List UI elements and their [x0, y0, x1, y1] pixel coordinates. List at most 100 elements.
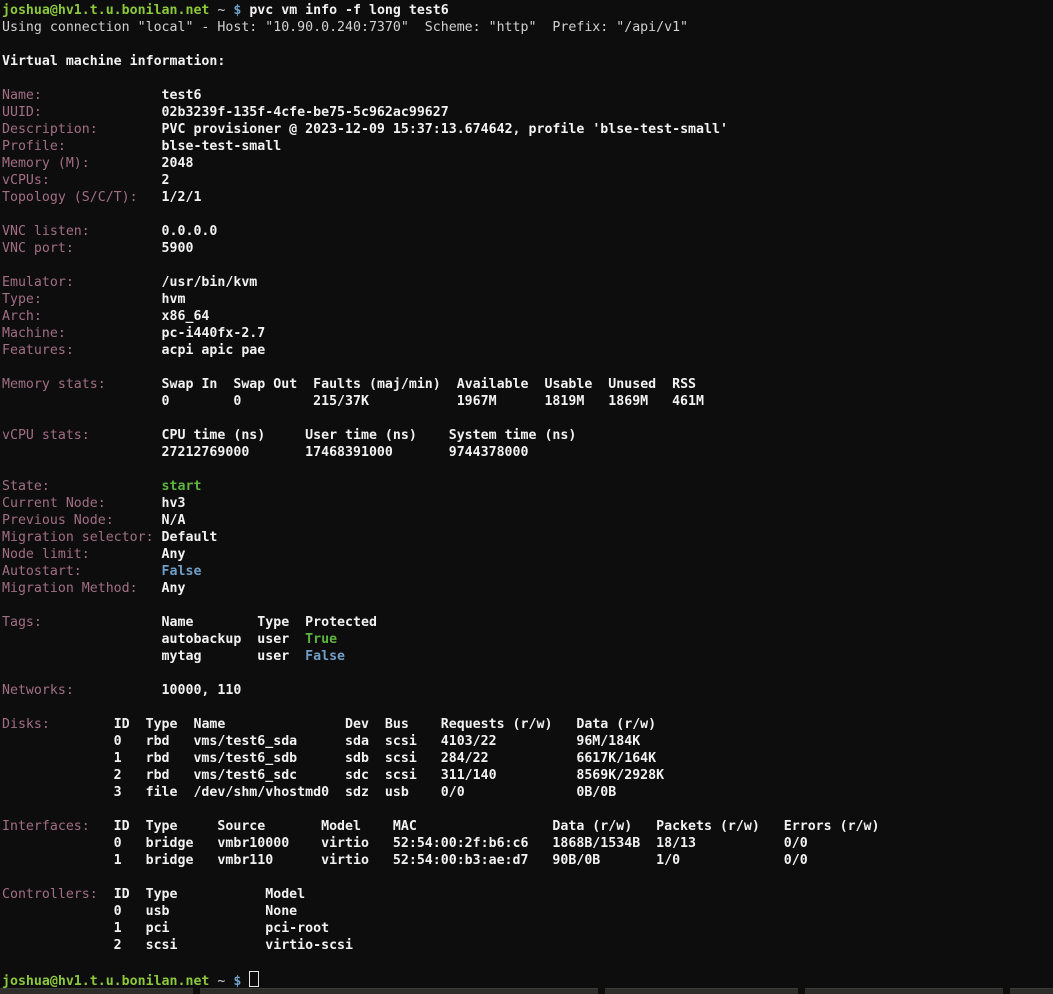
taskbar — [0, 988, 1053, 994]
terminal-line: 0 bridge vmbr10000 virtio 52:54:00:2f:b6… — [2, 835, 1053, 852]
terminal-line: Type: hvm — [2, 291, 1053, 308]
text-segment: Arch: — [2, 309, 42, 324]
text-segment: joshua@hv1.t.u.bonilan.net — [2, 3, 209, 18]
text-segment: Emulator: — [2, 275, 74, 290]
terminal-line: Using connection "local" - Host: "10.90.… — [2, 19, 1053, 36]
text-segment: Controllers: — [2, 887, 98, 902]
text-segment: 0 usb None — [2, 904, 297, 919]
terminal-line: Machine: pc-i440fx-2.7 — [2, 325, 1053, 342]
text-segment: N/A — [114, 513, 186, 528]
terminal-line: joshua@hv1.t.u.bonilan.net ~ $ pvc vm in… — [2, 2, 1053, 19]
terminal-line: 1 rbd vms/test6_sdb sdb scsi 284/22 6617… — [2, 750, 1053, 767]
terminal-line: VNC port: 5900 — [2, 240, 1053, 257]
text-segment: Any — [90, 547, 186, 562]
text-segment: UUID: — [2, 105, 42, 120]
text-segment: Autostart: — [2, 564, 82, 579]
text-segment: mytag user — [2, 649, 305, 664]
text-segment: Features: — [2, 343, 74, 358]
text-segment: Networks: — [2, 683, 74, 698]
taskbar-segment[interactable] — [200, 988, 598, 994]
terminal-screen[interactable]: joshua@hv1.t.u.bonilan.net ~ $ pvc vm in… — [0, 0, 1053, 988]
text-segment: State: — [2, 479, 50, 494]
taskbar-segment[interactable] — [1010, 988, 1053, 994]
terminal-line: 0 0 215/37K 1967M 1819M 1869M 461M — [2, 393, 1053, 410]
terminal-line: VNC listen: 0.0.0.0 — [2, 223, 1053, 240]
terminal-line — [2, 70, 1053, 87]
taskbar-segment[interactable] — [605, 988, 798, 994]
text-segment: 27212769000 17468391000 9744378000 — [2, 445, 529, 460]
text-segment: 0 bridge vmbr10000 virtio 52:54:00:2f:b6… — [2, 836, 808, 851]
terminal-line: 0 usb None — [2, 903, 1053, 920]
text-segment: Default — [154, 530, 218, 545]
terminal-line: Tags: Name Type Protected — [2, 614, 1053, 631]
text-segment: 1/2/1 — [138, 190, 202, 205]
text-segment: Disks: — [2, 717, 50, 732]
terminal-line: 27212769000 17468391000 9744378000 — [2, 444, 1053, 461]
text-segment: Swap In Swap Out Faults (maj/min) Availa… — [106, 377, 696, 392]
terminal-line: Name: test6 — [2, 87, 1053, 104]
cursor[interactable] — [249, 971, 259, 987]
text-segment: x86_64 — [42, 309, 210, 324]
terminal-line: Controllers: ID Type Model — [2, 886, 1053, 903]
text-segment: VNC listen: — [2, 224, 90, 239]
terminal-line: vCPU stats: CPU time (ns) User time (ns)… — [2, 427, 1053, 444]
terminal-line: mytag user False — [2, 648, 1053, 665]
text-segment: ~ — [209, 3, 233, 18]
text-segment: vCPU stats: — [2, 428, 90, 443]
text-segment: Machine: — [2, 326, 66, 341]
text-segment: acpi apic pae — [74, 343, 265, 358]
text-segment: ~ — [209, 974, 233, 989]
text-segment: joshua@hv1.t.u.bonilan.net — [2, 974, 209, 989]
text-segment: Current Node: — [2, 496, 106, 511]
text-segment: ID Type Name Dev Bus Requests (r/w) Data… — [50, 717, 656, 732]
terminal-line: 0 rbd vms/test6_sda sda scsi 4103/22 96M… — [2, 733, 1053, 750]
text-segment: False — [82, 564, 202, 579]
text-segment: Interfaces: — [2, 819, 90, 834]
terminal-line — [2, 597, 1053, 614]
text-segment: False — [305, 649, 345, 664]
taskbar-segment[interactable] — [0, 988, 193, 994]
text-segment: test6 — [42, 88, 202, 103]
text-segment: vCPUs: — [2, 173, 50, 188]
text-segment: 5900 — [74, 241, 194, 256]
text-segment: pc-i440fx-2.7 — [66, 326, 265, 341]
terminal-line — [2, 359, 1053, 376]
terminal-line — [2, 36, 1053, 53]
text-segment: blse-test-small — [66, 139, 281, 154]
text-segment: start — [50, 479, 202, 494]
text-segment: Node limit: — [2, 547, 90, 562]
terminal-line: Networks: 10000, 110 — [2, 682, 1053, 699]
text-segment: Tags: — [2, 615, 42, 630]
terminal-line: Autostart: False — [2, 563, 1053, 580]
terminal-line: Virtual machine information: — [2, 53, 1053, 70]
text-segment: Virtual machine information: — [2, 54, 225, 69]
text-segment: VNC port: — [2, 241, 74, 256]
terminal-line: Migration selector: Default — [2, 529, 1053, 546]
taskbar-segment[interactable] — [805, 988, 1003, 994]
terminal-line: Features: acpi apic pae — [2, 342, 1053, 359]
terminal-line: State: start — [2, 478, 1053, 495]
text-segment: Type: — [2, 292, 42, 307]
text-segment: 1 rbd vms/test6_sdb sdb scsi 284/22 6617… — [2, 751, 656, 766]
text-segment: Name: — [2, 88, 42, 103]
terminal-line — [2, 410, 1053, 427]
text-segment: 1 bridge vmbr110 virtio 52:54:00:b3:ae:d… — [2, 853, 808, 868]
terminal-line — [2, 699, 1053, 716]
text-segment: pvc vm info -f long test6 — [241, 3, 448, 18]
terminal-line: Migration Method: Any — [2, 580, 1053, 597]
text-segment: 2 — [50, 173, 170, 188]
terminal-line: Arch: x86_64 — [2, 308, 1053, 325]
text-segment: Previous Node: — [2, 513, 114, 528]
text-segment: autobackup user — [2, 632, 305, 647]
terminal-line: Topology (S/C/T): 1/2/1 — [2, 189, 1053, 206]
text-segment: Name Type Protected — [42, 615, 377, 630]
terminal-line: Profile: blse-test-small — [2, 138, 1053, 155]
text-segment: Any — [138, 581, 186, 596]
text-segment: 02b3239f-135f-4cfe-be75-5c962ac99627 — [42, 105, 449, 120]
text-segment: Memory (M): — [2, 156, 90, 171]
terminal-line: 2 rbd vms/test6_sdc sdc scsi 311/140 856… — [2, 767, 1053, 784]
text-segment — [241, 974, 249, 989]
text-segment: ID Type Source Model MAC Data (r/w) Pack… — [90, 819, 880, 834]
text-segment: Topology (S/C/T): — [2, 190, 138, 205]
terminal-line — [2, 665, 1053, 682]
